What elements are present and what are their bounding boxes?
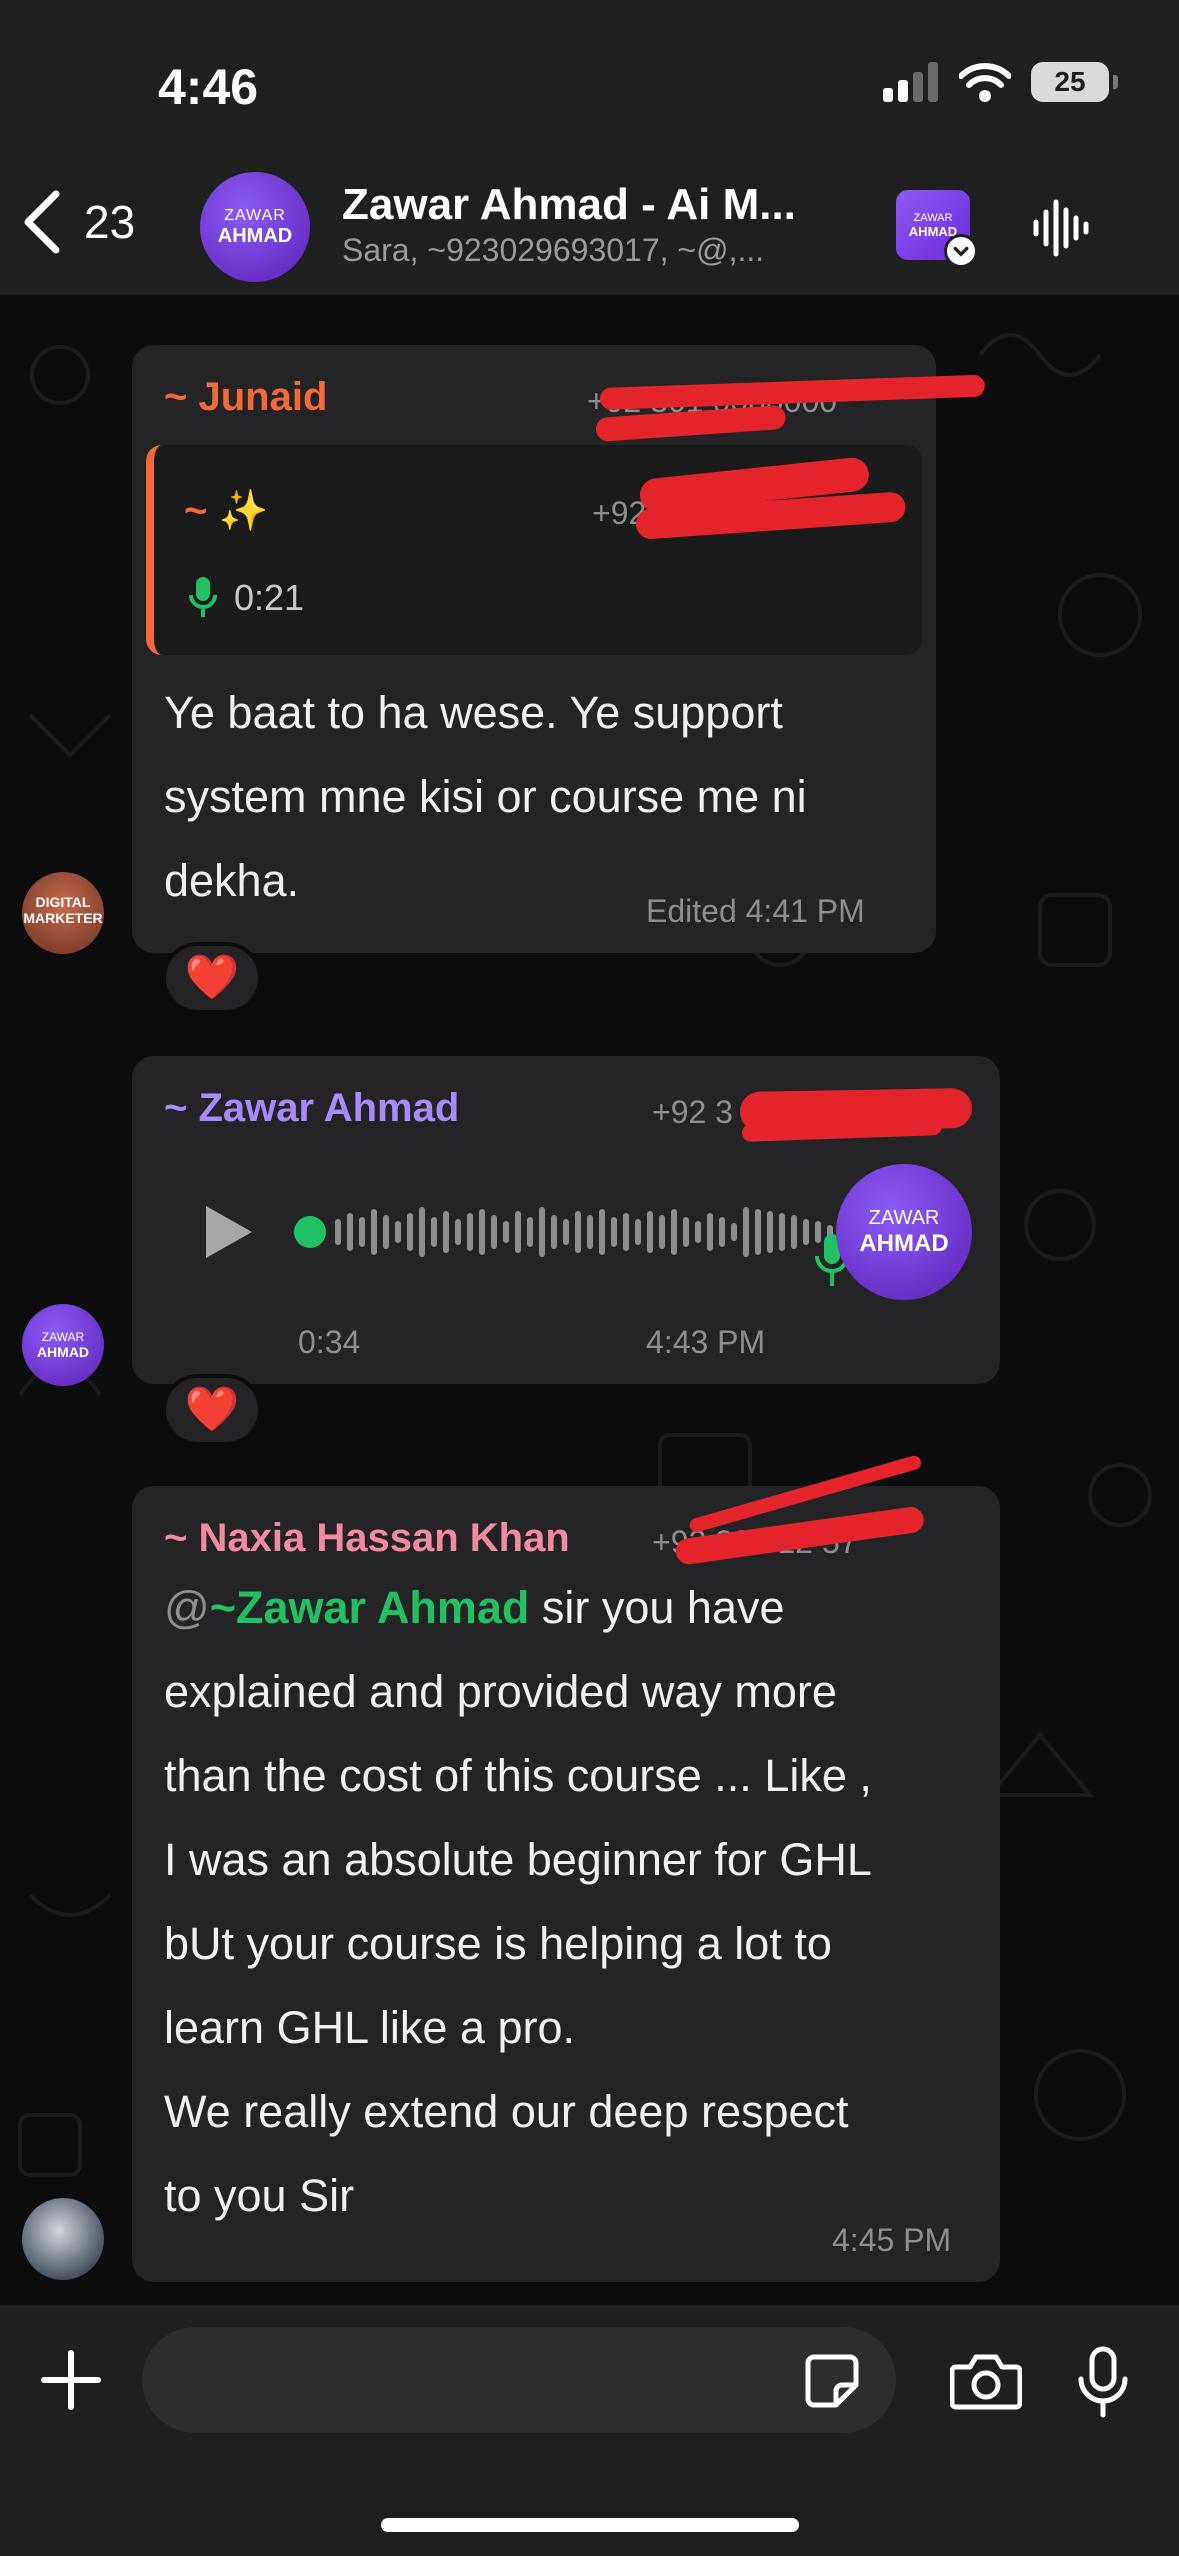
avatar[interactable] bbox=[22, 2198, 104, 2280]
battery-icon: 25 bbox=[1031, 62, 1118, 102]
status-time: 4:46 bbox=[158, 59, 259, 115]
plus-icon[interactable] bbox=[40, 2349, 102, 2411]
microphone-icon bbox=[189, 577, 217, 617]
message-time: 4:43 PM bbox=[646, 1324, 766, 1360]
mention-at: @ bbox=[164, 1582, 210, 1633]
group-title[interactable]: Zawar Ahmad - Ai M... bbox=[342, 180, 796, 230]
tag-line2: AHMAD bbox=[908, 223, 958, 239]
voice-duration: 0:34 bbox=[298, 1324, 361, 1360]
message-text-line: learn GHL like a pro. bbox=[164, 2002, 576, 2053]
message-meta: Edited 4:41 PM bbox=[646, 893, 865, 930]
message-text-line: bUt your course is helping a lot to bbox=[164, 1918, 832, 1969]
camera-icon[interactable] bbox=[950, 2351, 1022, 2411]
status-icons: 25 bbox=[883, 62, 1118, 102]
message-text-line: I was an absolute beginner for GHL bbox=[164, 1834, 872, 1885]
message-time: 4:45 PM bbox=[832, 2222, 952, 2258]
avatar-line2: AHMAD bbox=[36, 1344, 90, 1360]
message-text-line: than the cost of this course ... Like , bbox=[164, 1750, 872, 1801]
message-input[interactable] bbox=[142, 2327, 896, 2433]
unread-count: 23 bbox=[84, 196, 136, 248]
wifi-icon bbox=[959, 63, 1011, 102]
mention-link[interactable]: ~Zawar Ahmad bbox=[210, 1582, 530, 1633]
quoted-sender: ~ ✨ bbox=[184, 489, 269, 533]
chevron-down-icon bbox=[944, 234, 978, 268]
microphone-icon[interactable] bbox=[1076, 2345, 1130, 2419]
battery-level: 25 bbox=[1054, 66, 1086, 97]
heart-icon: ❤️ bbox=[184, 953, 240, 1002]
home-indicator[interactable] bbox=[381, 2518, 799, 2532]
top-bar: 4:46 25 23 ZAWAR AHMAD Zawar Ahmad - Ai … bbox=[0, 0, 1179, 295]
message-text-line: explained and provided way more bbox=[164, 1666, 837, 1717]
reaction-badge[interactable]: ❤️ bbox=[162, 942, 262, 1014]
group-avatar-line2: AHMAD bbox=[217, 224, 293, 247]
avatar[interactable]: DIGITAL MARKETER bbox=[22, 872, 104, 954]
message-text-line: @~Zawar Ahmad sir you have bbox=[164, 1566, 785, 1650]
group-members[interactable]: Sara, ~923029693017, ~@,... bbox=[342, 232, 764, 269]
edited-label: Edited bbox=[646, 893, 737, 929]
sender-name[interactable]: ~ Naxia Hassan Khan bbox=[164, 1516, 570, 1561]
voice-chat-icon[interactable] bbox=[1030, 196, 1094, 260]
back-button[interactable]: 23 bbox=[22, 190, 135, 254]
voice-avatar-line2: AHMAD bbox=[859, 1229, 949, 1257]
tag-line1: ZAWAR bbox=[913, 211, 953, 224]
reaction-badge[interactable]: ❤️ bbox=[162, 1374, 262, 1446]
group-avatar-line1: ZAWAR bbox=[224, 206, 286, 224]
group-tag-avatar[interactable]: ZAWAR AHMAD bbox=[896, 190, 978, 268]
message-text-line: to you Sir bbox=[164, 2170, 355, 2221]
avatar-line1: ZAWAR bbox=[41, 1330, 85, 1344]
message-bubble[interactable]: ~ Naxia Hassan Khan +92 306 12 57 @~Zawa… bbox=[132, 1486, 1000, 2282]
sender-name[interactable]: ~ Zawar Ahmad bbox=[164, 1086, 459, 1131]
avatar[interactable]: ZAWAR AHMAD bbox=[22, 1304, 104, 1386]
voice-avatar-line1: ZAWAR bbox=[868, 1206, 940, 1229]
sender-name[interactable]: ~ Junaid bbox=[164, 375, 327, 420]
chat-header: 23 ZAWAR AHMAD Zawar Ahmad - Ai M... Sar… bbox=[0, 170, 1179, 285]
message-text-segment: sir you have bbox=[529, 1582, 785, 1633]
voice-sender-avatar: ZAWAR AHMAD bbox=[836, 1164, 972, 1300]
avatar-label: DIGITAL MARKETER bbox=[23, 894, 103, 926]
message-time: 4:41 PM bbox=[745, 893, 865, 929]
message-bubble[interactable]: ~ Junaid +92 301 0000000 ~ ✨ +92 3 0:21 … bbox=[132, 345, 936, 953]
message-text-line: We really extend our deep respect bbox=[164, 2086, 849, 2137]
message-text-line: dekha. bbox=[164, 855, 300, 906]
group-avatar[interactable]: ZAWAR AHMAD bbox=[200, 172, 310, 282]
quoted-voice-duration: 0:21 bbox=[234, 577, 305, 618]
chevron-left-icon bbox=[24, 190, 60, 254]
input-bar bbox=[0, 2305, 1179, 2556]
cellular-signal-icon bbox=[883, 62, 938, 102]
message-text-line: system mne kisi or course me ni bbox=[164, 771, 807, 822]
heart-icon: ❤️ bbox=[184, 1385, 240, 1434]
sticker-icon[interactable] bbox=[804, 2353, 860, 2409]
sender-phone: +92 3 bbox=[652, 1094, 733, 1130]
play-icon[interactable] bbox=[200, 1202, 256, 1262]
message-text-line: Ye baat to ha wese. Ye support bbox=[164, 687, 783, 738]
